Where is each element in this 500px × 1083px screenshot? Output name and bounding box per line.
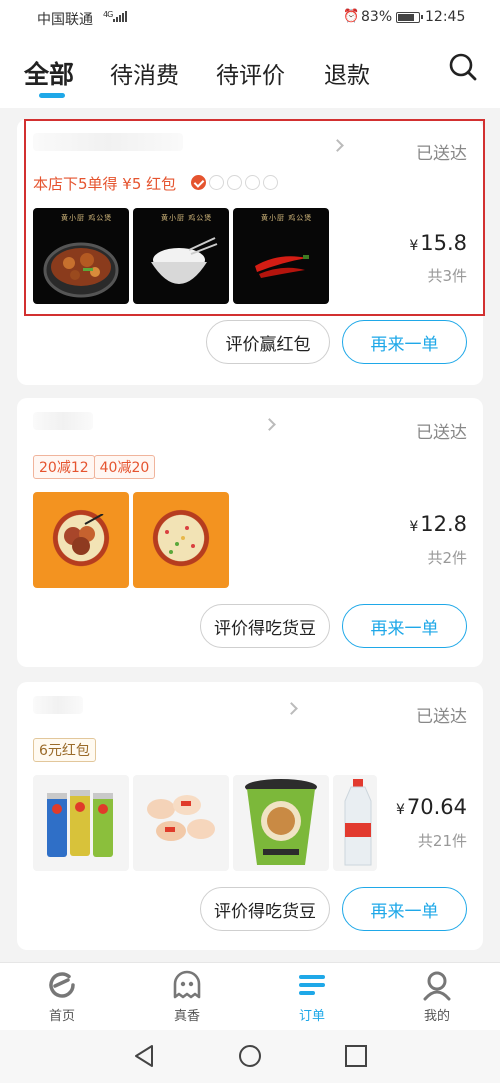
order-price: ¥15.8	[409, 231, 467, 255]
product-image-chips-cans[interactable]	[33, 775, 129, 871]
tab-to-consume[interactable]: 待消费	[110, 56, 179, 90]
tab-all[interactable]: 全部	[24, 55, 74, 91]
order-price: ¥70.64	[395, 795, 467, 819]
order-tabs-header: 全部 待消费 待评价 退款	[0, 36, 500, 108]
review-button[interactable]: 评价赢红包	[206, 320, 330, 364]
bottom-nav: 首页 真香 订单 我的	[0, 962, 500, 1030]
progress-dot	[245, 175, 260, 190]
network-type: 4G	[103, 10, 113, 19]
review-button[interactable]: 评价得吃货豆	[200, 604, 330, 648]
progress-dot-checked	[191, 175, 206, 190]
back-icon[interactable]	[132, 1044, 156, 1068]
reorder-button[interactable]: 再来一单	[342, 320, 467, 364]
chevron-right-icon[interactable]	[285, 702, 298, 715]
nav-label: 我的	[423, 1009, 450, 1024]
store-name-blurred[interactable]	[33, 412, 93, 430]
order-status: 已送达	[416, 707, 467, 727]
order-card[interactable]: 已送达 本店下5单得 ¥5 红包 黄小厨 鸡公煲 黄小厨 鸡公煲 黄小厨 鸡公煲	[17, 119, 483, 385]
clock: 12:45	[425, 9, 466, 25]
product-image-cup-noodles[interactable]	[233, 775, 329, 871]
carrier-name: 中国联通	[37, 12, 93, 28]
progress-dot	[209, 175, 224, 190]
tab-to-review[interactable]: 待评价	[216, 56, 285, 90]
nav-label: 订单	[298, 1009, 325, 1024]
order-status: 已送达	[416, 423, 467, 443]
reorder-button[interactable]: 再来一单	[342, 887, 467, 931]
profile-icon	[423, 971, 451, 1001]
system-navigation-bar	[0, 1030, 500, 1083]
product-image-stew-pot[interactable]: 黄小厨 鸡公煲	[33, 208, 129, 304]
product-image-fried-rice[interactable]	[133, 492, 229, 588]
review-button[interactable]: 评价得吃货豆	[200, 887, 330, 931]
signal-bars-icon	[113, 11, 127, 22]
home-circle-icon[interactable]	[238, 1044, 262, 1068]
promo-progress-dots	[191, 175, 278, 190]
chevron-right-icon[interactable]	[263, 418, 276, 431]
tab-refund[interactable]: 退款	[324, 56, 370, 90]
product-image-snack-packs[interactable]	[133, 775, 229, 871]
search-icon[interactable]	[448, 52, 478, 82]
product-image-rice[interactable]: 黄小厨 鸡公煲	[133, 208, 229, 304]
order-card[interactable]: 已送达 6元红包 ¥70.64 共21件 评价得吃货豆 再来一单	[17, 682, 483, 950]
nav-label: 真香	[173, 1009, 200, 1024]
reorder-button[interactable]: 再来一单	[342, 604, 467, 648]
nav-orders[interactable]: 订单	[272, 969, 352, 1024]
order-card[interactable]: 已送达 20减12 40减20 ¥12.8 共2件 评价得吃货豆 再来一单	[17, 398, 483, 667]
store-name-blurred[interactable]	[33, 696, 83, 714]
alarm-icon: ⏰	[343, 9, 360, 24]
battery-icon	[396, 12, 423, 23]
active-tab-indicator	[39, 93, 65, 98]
progress-dot	[263, 175, 278, 190]
order-status: 已送达	[416, 144, 467, 164]
battery-percent: 83%	[361, 9, 393, 25]
product-image-stir-fry[interactable]	[33, 492, 129, 588]
nav-profile[interactable]: 我的	[397, 969, 477, 1024]
nav-label: 首页	[48, 1009, 75, 1024]
product-image-water-bottle[interactable]	[333, 775, 377, 871]
chevron-right-icon[interactable]	[331, 139, 344, 152]
item-count: 共2件	[427, 549, 467, 567]
red-packet-tag: 6元红包	[33, 738, 96, 762]
discount-tag: 20减12	[33, 455, 95, 479]
recents-square-icon[interactable]	[344, 1044, 368, 1068]
order-price: ¥12.8	[409, 512, 467, 536]
ghost-icon	[173, 970, 201, 999]
item-count: 共3件	[427, 267, 467, 285]
product-image-chili[interactable]: 黄小厨 鸡公煲	[233, 208, 329, 304]
home-icon	[49, 972, 75, 998]
discount-tag: 40减20	[93, 455, 156, 479]
store-name-blurred[interactable]	[33, 133, 183, 151]
progress-dot	[227, 175, 242, 190]
order-list-icon	[299, 975, 325, 995]
coupon-tags: 6元红包	[33, 738, 96, 762]
store-promo-text: 本店下5单得 ¥5 红包	[33, 175, 177, 193]
nav-discover[interactable]: 真香	[147, 969, 227, 1024]
nav-home[interactable]: 首页	[22, 969, 102, 1024]
discount-tags: 20减12 40减20	[33, 455, 156, 479]
item-count: 共21件	[417, 832, 467, 850]
status-bar: 中国联通 4G ⏰ 83% 12:45	[0, 0, 500, 36]
